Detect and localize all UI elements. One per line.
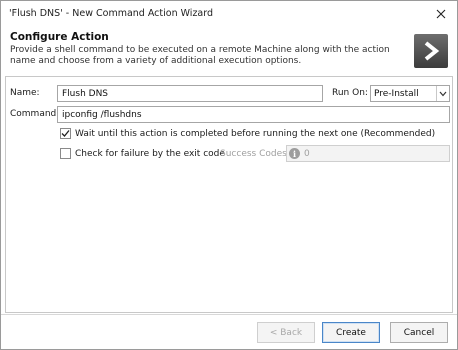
page-description: Provide a shell command to be executed o… (10, 45, 390, 66)
run-on-value: Pre-Install (374, 89, 419, 99)
title-bar: 'Flush DNS' - New Command Action Wizard (1, 1, 457, 26)
wait-label: Wait until this action is completed befo… (75, 129, 436, 139)
form-panel: Name: Run On: Pre-Install Command: Wait … (5, 76, 453, 313)
failure-label: Check for failure by the exit code (75, 149, 225, 159)
footer-divider (1, 314, 457, 315)
checkmark-icon (61, 130, 70, 137)
name-input[interactable] (57, 85, 323, 102)
back-button[interactable]: < Back (257, 322, 315, 343)
run-on-label: Run On: (332, 88, 368, 98)
command-label: Command: (10, 109, 60, 119)
success-codes-value: 0 (304, 149, 310, 159)
command-logo (414, 34, 448, 68)
run-on-select[interactable]: Pre-Install (370, 85, 450, 102)
page-title: Configure Action (10, 31, 109, 43)
name-label: Name: (10, 88, 40, 98)
info-icon: i (289, 148, 300, 159)
cancel-button[interactable]: Cancel (390, 322, 448, 343)
chevron-right-icon (424, 41, 440, 61)
close-icon (436, 9, 446, 18)
close-button[interactable] (425, 1, 457, 26)
create-button[interactable]: Create (322, 322, 380, 343)
run-on-dropdown-button[interactable] (436, 86, 449, 101)
wizard-header: Configure Action Provide a shell command… (1, 26, 457, 74)
success-codes-input[interactable]: i 0 (286, 145, 450, 162)
window-title: 'Flush DNS' - New Command Action Wizard (9, 8, 214, 19)
failure-checkbox[interactable] (60, 148, 71, 159)
chevron-down-icon (439, 91, 447, 96)
command-input[interactable] (57, 106, 450, 123)
success-codes-label: Success Codes: (220, 149, 290, 159)
wizard-window: 'Flush DNS' - New Command Action Wizard … (0, 0, 458, 350)
wait-checkbox[interactable] (60, 128, 71, 139)
